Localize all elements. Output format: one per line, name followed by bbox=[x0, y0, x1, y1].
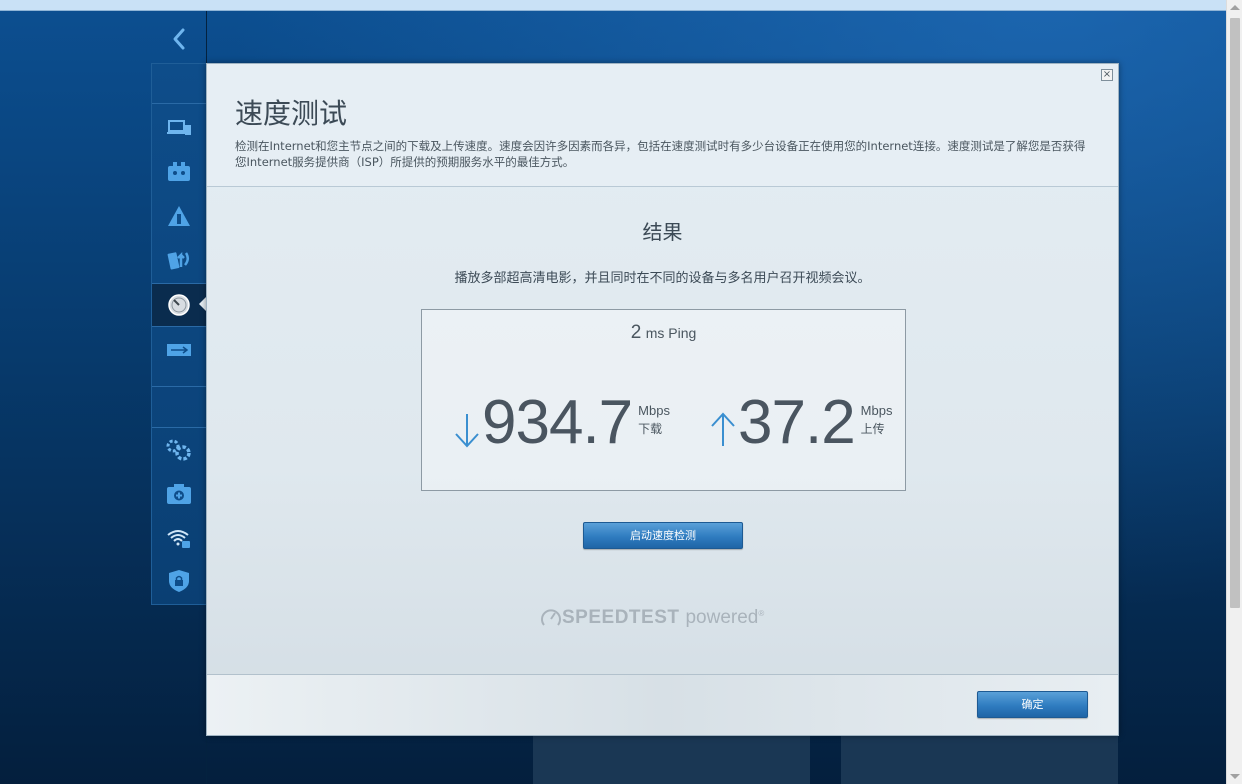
upload-units: Mbps 上传 bbox=[861, 402, 893, 438]
sidebar-item-priority[interactable] bbox=[152, 240, 206, 280]
start-speed-test-button[interactable]: 启动速度检测 bbox=[583, 522, 743, 549]
sidebar-item-speed-test[interactable] bbox=[152, 283, 206, 327]
sidebar-item-security[interactable] bbox=[152, 561, 206, 601]
upload-label: 上传 bbox=[860, 422, 885, 436]
security-icon bbox=[169, 570, 189, 592]
back-button[interactable] bbox=[152, 14, 206, 64]
result-description: 播放多部超高清电影，并且同时在不同的设备与多名用户召开视频会议。 bbox=[454, 271, 871, 286]
sidebar-item-guest-access[interactable] bbox=[152, 196, 206, 236]
sidebar-item-connectivity[interactable] bbox=[152, 430, 206, 470]
sidebar bbox=[151, 63, 206, 605]
sidebar-separator bbox=[152, 103, 206, 104]
speed-test-dialog: × 速度测试 检测在Internet和您主节点之间的下载及上传速度。速度会因许多… bbox=[206, 63, 1119, 736]
dialog-footer: 确定 bbox=[207, 674, 1118, 735]
sidebar-item-troubleshooting[interactable] bbox=[152, 474, 206, 514]
ok-button[interactable]: 确定 bbox=[977, 691, 1088, 718]
connectivity-icon bbox=[166, 439, 191, 461]
download-units: Mbps 下载 bbox=[638, 402, 670, 438]
speedtest-gauge-icon bbox=[541, 609, 561, 626]
scroll-up-icon[interactable] bbox=[1230, 5, 1240, 10]
priority-icon bbox=[167, 251, 189, 270]
sidebar-item-external-storage[interactable] bbox=[152, 330, 206, 370]
download-unit: Mbps bbox=[638, 403, 670, 418]
download-value: 934.7 bbox=[482, 388, 633, 457]
speedtest-powered: powered bbox=[685, 607, 759, 628]
background-panel bbox=[841, 735, 1118, 784]
dialog-description: 检测在Internet和您主节点之间的下载及上传速度。速度会因许多因素而各异，包… bbox=[235, 139, 1086, 169]
sidebar-item-wireless[interactable] bbox=[152, 518, 206, 558]
active-indicator bbox=[199, 297, 206, 311]
devices-icon bbox=[167, 120, 191, 135]
result-title: 结果 bbox=[642, 220, 683, 244]
upload-value: 37.2 bbox=[738, 388, 856, 457]
speedtest-brand: SPEEDTEST bbox=[562, 607, 680, 628]
back-chevron-icon bbox=[173, 28, 185, 50]
ping-readout: 2 ms Ping bbox=[422, 322, 905, 344]
sidebar-separator bbox=[152, 386, 206, 387]
troubleshooting-icon bbox=[167, 484, 191, 504]
speed-test-icon bbox=[168, 294, 190, 316]
registered-mark: ® bbox=[758, 608, 765, 618]
browser-top-bar bbox=[0, 0, 1226, 11]
ping-unit: ms Ping bbox=[645, 325, 697, 341]
guest-access-icon bbox=[168, 206, 190, 226]
dialog-title: 速度测试 bbox=[235, 97, 348, 130]
download-label: 下载 bbox=[638, 422, 663, 436]
scroll-thumb[interactable] bbox=[1230, 18, 1240, 608]
result-panel: 2 ms Ping 934.7 Mbps 下载 37.2 Mbps 上传 bbox=[421, 309, 906, 491]
wireless-icon bbox=[167, 530, 190, 548]
ping-value: 2 bbox=[630, 322, 642, 343]
sidebar-separator bbox=[152, 427, 206, 428]
upload-readout: 37.2 Mbps 上传 bbox=[708, 388, 892, 458]
page-scrollbar[interactable] bbox=[1226, 0, 1242, 784]
background-panel bbox=[533, 735, 810, 784]
parental-controls-icon bbox=[168, 162, 190, 181]
external-storage-icon bbox=[167, 344, 191, 356]
scroll-down-icon[interactable] bbox=[1230, 774, 1240, 779]
close-button[interactable]: × bbox=[1101, 69, 1113, 81]
speedtest-powered-logo: SPEEDTEST powered ® bbox=[540, 606, 764, 630]
dialog-header: × 速度测试 检测在Internet和您主节点之间的下载及上传速度。速度会因许多… bbox=[207, 64, 1118, 187]
download-arrow-icon bbox=[455, 414, 479, 448]
upload-arrow-icon bbox=[711, 412, 735, 446]
download-readout: 934.7 Mbps 下载 bbox=[452, 388, 670, 458]
upload-unit: Mbps bbox=[860, 403, 893, 418]
sidebar-item-devices[interactable] bbox=[152, 108, 206, 148]
sidebar-item-parental-controls[interactable] bbox=[152, 152, 206, 192]
